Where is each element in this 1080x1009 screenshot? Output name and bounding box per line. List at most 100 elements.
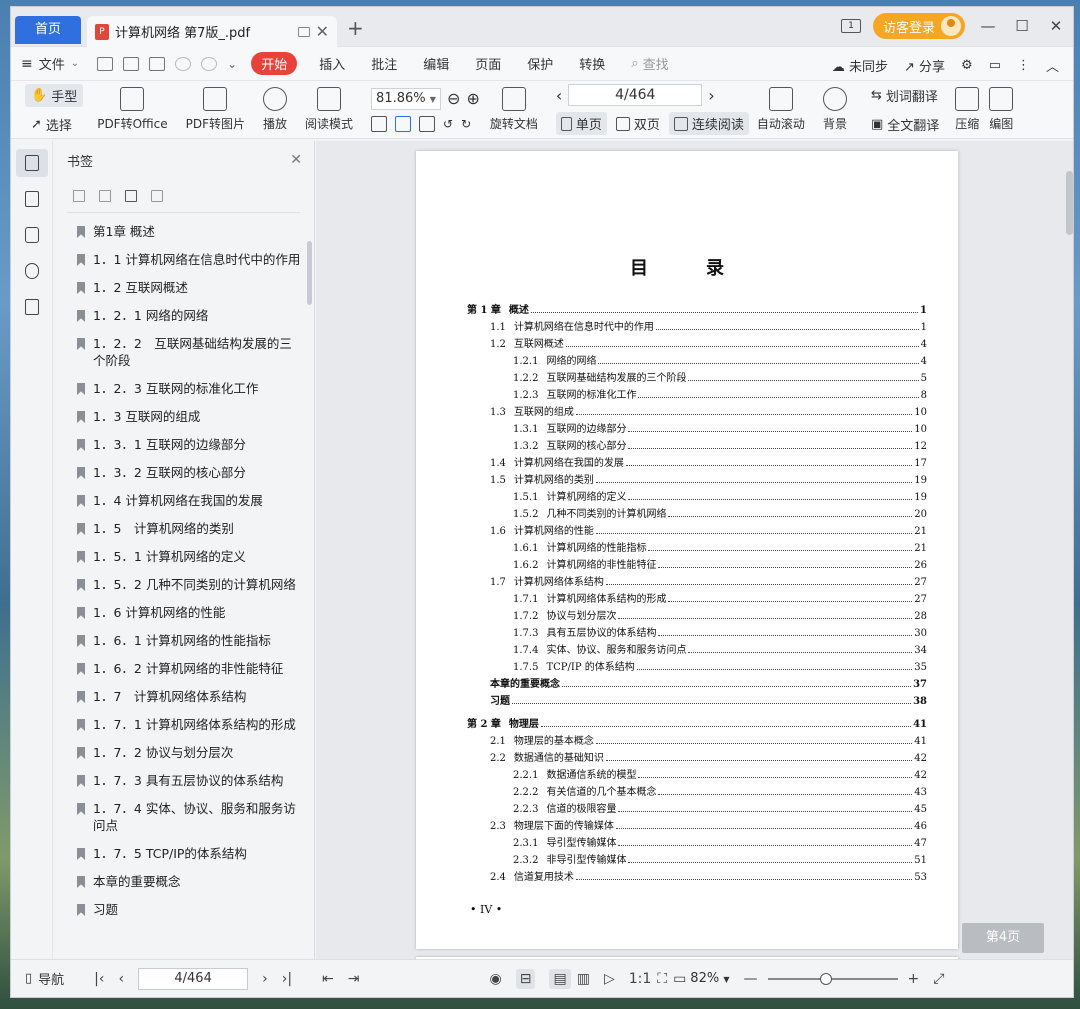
toc-row[interactable]: 1.7.5 TCP/IP 的体系结构 35	[467, 658, 927, 675]
toc-row[interactable]: 2.4 信道复用技术 53	[467, 868, 927, 885]
toc-row[interactable]: 1.6.2 计算机网络的非性能特征 26	[467, 556, 927, 573]
bookmark-item[interactable]: 1．4 计算机网络在我国的发展	[77, 492, 304, 509]
bookmark-icon[interactable]	[125, 189, 137, 202]
continuous-read-button[interactable]: 连续阅读	[668, 112, 749, 135]
word-translate-button[interactable]: ⇆ 划词翻译	[865, 84, 945, 107]
pdf-to-image-button[interactable]: PDF转图片	[186, 87, 245, 132]
bookmark-scrollbar[interactable]	[307, 241, 312, 305]
toc-row[interactable]: 习题 38	[467, 692, 927, 709]
zoom-slider-knob[interactable]	[819, 972, 832, 985]
toc-row[interactable]: 1.7.4 实体、协议、服务和服务访问点 34	[467, 641, 927, 658]
guest-login-button[interactable]: 访客登录	[872, 13, 965, 39]
menu-annotate[interactable]: 批注	[371, 54, 397, 73]
actual-size-icon[interactable]	[371, 115, 388, 132]
menu-start[interactable]: 开始	[251, 52, 298, 75]
edit-image-button[interactable]: 编图	[989, 87, 1013, 132]
toc-row[interactable]: 1.1 计算机网络在信息时代中的作用 1	[467, 318, 927, 335]
bookmark-item[interactable]: 1．5．1 计算机网络的定义	[77, 548, 304, 565]
menu-convert[interactable]: 转换	[579, 54, 605, 73]
sync-status[interactable]: ☁ 未同步	[832, 56, 888, 75]
toc-row[interactable]: 1.5.2 几种不同类别的计算机网络 20	[467, 505, 927, 522]
navigation-toggle[interactable]: ▯ 导航	[25, 969, 64, 988]
rotate-right-icon[interactable]: ↻	[461, 117, 471, 131]
more-quick-icon[interactable]: ⌄	[227, 57, 237, 71]
toc-row[interactable]: 1.5 计算机网络的类别 19	[467, 471, 927, 488]
last-page-icon[interactable]: ›|	[282, 971, 292, 987]
toc-row[interactable]: 1.6.1 计算机网络的性能指标 21	[467, 539, 927, 556]
status-page-input[interactable]: 4/464	[138, 967, 249, 990]
bookmark-item[interactable]: 1．2．3 互联网的标准化工作	[77, 380, 304, 397]
comment-icon[interactable]: ▭	[989, 58, 1001, 73]
menu-page[interactable]: 页面	[475, 54, 501, 73]
zoom-level-select[interactable]: 82% ▼	[690, 971, 729, 986]
bookmark-item[interactable]: 1．7．5 TCP/IP的体系结构	[77, 845, 304, 862]
menu-insert[interactable]: 插入	[319, 54, 345, 73]
toc-row[interactable]: 1.3.1 互联网的边缘部分 10	[467, 420, 927, 437]
thumbnail-panel-icon[interactable]	[16, 185, 48, 213]
zoom-out-icon[interactable]: ⊖	[447, 89, 460, 108]
bookmark-item[interactable]: 1．3．1 互联网的边缘部分	[77, 436, 304, 453]
bookmark-item[interactable]: 1．1 计算机网络在信息时代中的作用	[77, 251, 304, 268]
zoom-slider[interactable]	[767, 972, 898, 985]
redo-icon[interactable]	[201, 56, 218, 71]
bookmark-item[interactable]: 1．5 计算机网络的类别	[77, 520, 304, 537]
delete-bookmark-icon[interactable]	[151, 189, 163, 202]
maximize-button[interactable]: ☐	[1011, 17, 1033, 35]
bookmark-item[interactable]: 1．6．1 计算机网络的性能指标	[77, 632, 304, 649]
toc-row[interactable]: 2.2.2 有关信道的几个基本概念 43	[467, 783, 927, 800]
zoom-in-icon[interactable]: +	[908, 971, 920, 987]
bookmark-item[interactable]: 1．7．1 计算机网络体系结构的形成	[77, 716, 304, 733]
read-mode-button[interactable]: 阅读模式	[305, 87, 353, 132]
actual-size-icon[interactable]: 1:1	[629, 971, 652, 987]
toc-row[interactable]: 1.2.3 互联网的标准化工作 8	[467, 386, 927, 403]
zoom-in-icon[interactable]: ⊕	[466, 89, 479, 108]
close-tab-icon[interactable]: ✕	[316, 22, 329, 41]
toc-row[interactable]: 1.4 计算机网络在我国的发展 17	[467, 454, 927, 471]
prev-page-icon[interactable]: ‹	[556, 86, 562, 105]
toc-row[interactable]: 本章的重要概念 37	[467, 675, 927, 692]
zoom-out-icon[interactable]: —	[744, 971, 758, 987]
bookmark-item[interactable]: 1．7．4 实体、协议、服务和服务访问点	[77, 800, 304, 834]
toc-row[interactable]: 2.2.1 数据通信系统的模型 42	[467, 766, 927, 783]
toc-row[interactable]: 1.7.3 具有五层协议的体系结构 30	[467, 624, 927, 641]
eye-protect-icon[interactable]: ◉	[490, 971, 502, 987]
toc-row[interactable]: 2.3.2 非导引型传输媒体 51	[467, 851, 927, 868]
bookmark-item[interactable]: 1．2．2 互联网基础结构发展的三个阶段	[77, 335, 304, 369]
toc-row[interactable]: 1.3.2 互联网的核心部分 12	[467, 437, 927, 454]
bookmark-item[interactable]: 1．3 互联网的组成	[77, 408, 304, 425]
pin-tab-icon[interactable]	[297, 26, 310, 37]
toc-row[interactable]: 1.2.2 互联网基础结构发展的三个阶段 5	[467, 369, 927, 386]
play-button[interactable]: 播放	[263, 87, 287, 132]
rotate-left-icon[interactable]: ↺	[443, 117, 453, 131]
continuous-view-icon[interactable]: ⊟	[515, 968, 536, 989]
background-button[interactable]: 背景	[822, 87, 847, 132]
fullscreen-icon[interactable]: ⤢	[933, 971, 944, 987]
prev-page-icon[interactable]: ‹	[119, 971, 125, 987]
single-page-button[interactable]: 单页	[555, 112, 607, 135]
bookmark-item[interactable]: 1．7 计算机网络体系结构	[77, 688, 304, 705]
window-layout-icon[interactable]: 1	[840, 19, 861, 33]
double-view-icon[interactable]: ▥	[577, 971, 590, 987]
comment-panel-icon[interactable]	[16, 221, 48, 249]
document-tab[interactable]: P 计算机网络 第7版_.pdf ✕	[87, 16, 337, 47]
next-page-icon[interactable]: ›	[262, 971, 268, 987]
open-folder-icon[interactable]	[97, 56, 114, 71]
close-panel-icon[interactable]: ✕	[290, 152, 302, 168]
bookmark-item[interactable]: 习题	[77, 901, 304, 918]
select-tool-button[interactable]: ➚ 选择	[25, 113, 83, 136]
bookmark-item[interactable]: 1．6 计算机网络的性能	[77, 604, 304, 621]
bookmark-item[interactable]: 1．2 互联网概述	[77, 279, 304, 296]
page-number-input[interactable]: 4/464	[568, 84, 703, 106]
bookmark-item[interactable]: 1．2．1 网络的网络	[77, 307, 304, 324]
toc-row[interactable]: 1.7.2 协议与划分层次 28	[467, 607, 927, 624]
double-page-button[interactable]: 双页	[611, 112, 665, 135]
play-icon[interactable]: ▷	[604, 971, 615, 987]
toc-row[interactable]: 2.1 物理层的基本概念 41	[467, 732, 927, 749]
full-translate-button[interactable]: ▣ 全文翻译	[865, 113, 945, 136]
single-view-icon[interactable]: ▤	[549, 968, 571, 989]
toc-row[interactable]: 1.5.1 计算机网络的定义 19	[467, 488, 927, 505]
fit-page-icon[interactable]	[395, 115, 412, 132]
more-icon[interactable]: ⋮	[1017, 58, 1030, 73]
first-page-icon[interactable]: |‹	[94, 971, 104, 987]
toc-row[interactable]: 2.2 数据通信的基础知识 42	[467, 749, 927, 766]
